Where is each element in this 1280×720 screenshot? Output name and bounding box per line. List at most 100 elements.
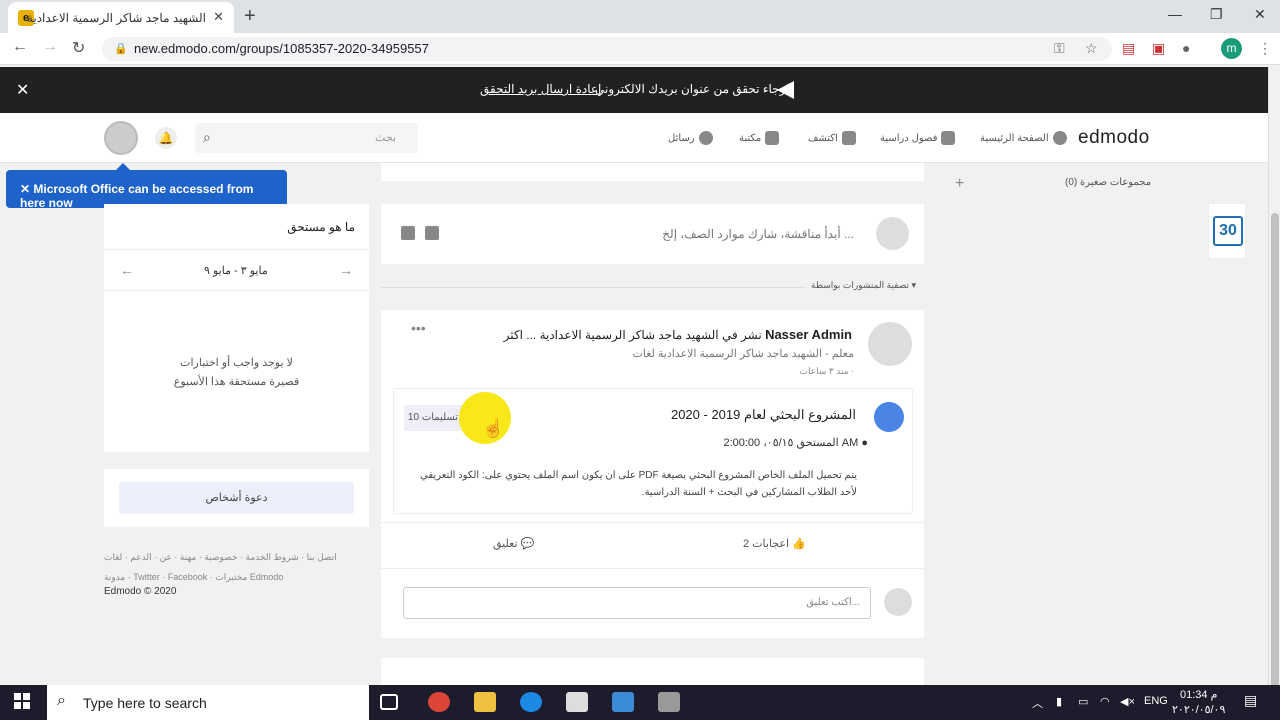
- nav-library[interactable]: مكتبة: [739, 131, 780, 145]
- commenter-avatar: [884, 588, 912, 616]
- compose-post-card[interactable]: أبدأ مناقشة، شارك موارد الصف، إلخ ...: [381, 204, 924, 264]
- footer-line-2[interactable]: مدونة · Twitter · Facebook · مختبرات Edm…: [104, 567, 344, 587]
- prev-week-icon[interactable]: ←: [120, 262, 134, 278]
- close-banner-icon[interactable]: ✕: [16, 80, 29, 100]
- office-tooltip: ✕ Microsoft Office can be accessed from …: [6, 163, 287, 210]
- comment-input[interactable]: اكتب تعليق...: [403, 587, 871, 619]
- divider: [381, 522, 924, 523]
- compose-placeholder: أبدأ مناقشة، شارك موارد الصف، إلخ ...: [662, 227, 854, 241]
- divider: [104, 290, 369, 291]
- nav-classes[interactable]: فصول دراسية: [880, 131, 956, 145]
- pocket-extension-icon[interactable]: ▣: [1152, 40, 1165, 57]
- assignment-icon: [874, 402, 904, 432]
- mail-icon[interactable]: [612, 692, 634, 712]
- due-text: المستحق ٠٥/١٥، 2:00:00 AM: [723, 437, 859, 449]
- store-icon[interactable]: [566, 692, 588, 712]
- volume-icon[interactable]: ◀×: [1120, 695, 1135, 708]
- date-range: مايو ٣ - مايو ٩: [204, 265, 268, 277]
- assignment-title[interactable]: المشروع البحثي لعام 2019 - 2020: [671, 407, 856, 423]
- footer-links[interactable]: اتصل بنا · شروط الخدمة · خصوصية · مهنة ·…: [104, 547, 344, 587]
- divider: [381, 568, 924, 569]
- notification-center-icon[interactable]: ▤: [1244, 692, 1257, 709]
- reload-icon[interactable]: ↻: [72, 38, 85, 58]
- post-card: نشر في الشهيد ماجد شاكر الرسمية الاعدادي…: [381, 310, 924, 638]
- close-tab-icon[interactable]: ✕: [213, 9, 224, 25]
- forward-icon[interactable]: →: [42, 38, 58, 56]
- resend-verification-link[interactable]: إعادة ارسال بريد التحقق: [480, 82, 601, 96]
- clock-icon: ●: [861, 437, 868, 449]
- invite-people-button[interactable]: دعوة أشخاص: [119, 482, 354, 514]
- group-header-card: [381, 163, 924, 181]
- nav-discover-label: اكتشف: [808, 132, 838, 144]
- nav-discover[interactable]: اكتشف: [808, 131, 856, 145]
- next-week-icon[interactable]: →: [339, 262, 353, 278]
- library-attach-icon[interactable]: [401, 226, 415, 240]
- tooltip-close-icon[interactable]: ✕: [20, 182, 33, 196]
- windows-start-icon[interactable]: [14, 693, 30, 709]
- calendar-widget[interactable]: 30: [1208, 203, 1246, 259]
- user-avatar[interactable]: [104, 121, 138, 155]
- language-indicator[interactable]: ENG: [1144, 695, 1168, 707]
- taskbar-search[interactable]: ⌕ Type here to search: [47, 685, 369, 720]
- assignment-description: يتم تحميل الملف الخاص المشروع البحثي بصي…: [420, 470, 857, 498]
- notifications-bell-icon[interactable]: 🔔: [155, 127, 177, 149]
- thumbs-up-icon: 👍: [792, 538, 806, 550]
- search-placeholder: بحث: [375, 132, 396, 144]
- submissions-button[interactable]: 10 تسليمات: [404, 405, 462, 431]
- divider: [104, 249, 369, 250]
- edge-icon[interactable]: [520, 692, 542, 712]
- bookmark-star-icon[interactable]: ☆: [1085, 40, 1098, 57]
- chat-icon: [698, 131, 713, 145]
- pdf-extension-icon[interactable]: ▤: [1122, 40, 1135, 57]
- key-icon[interactable]: ⚿: [1054, 40, 1065, 57]
- battery-icon[interactable]: ▭: [1078, 695, 1088, 708]
- chrome-icon[interactable]: [428, 692, 450, 712]
- nav-home[interactable]: الصفحة الرئيسية: [980, 131, 1067, 145]
- scroll-thumb[interactable]: [1271, 213, 1279, 707]
- post-action[interactable]: نشر في الشهيد ماجد شاكر الرسمية الاعدادي…: [504, 328, 762, 342]
- extension-icon[interactable]: ●: [1182, 40, 1190, 56]
- nav-messages[interactable]: رسائل: [668, 131, 713, 145]
- page-scrollbar[interactable]: [1268, 67, 1280, 707]
- small-groups-label: مجموعات صغيرة (0): [1065, 177, 1152, 188]
- footer-line-1[interactable]: اتصل بنا · شروط الخدمة · خصوصية · مهنة ·…: [104, 547, 344, 567]
- microphone-icon[interactable]: ▮: [1056, 695, 1062, 708]
- tray-chevron-icon[interactable]: ︿: [1032, 695, 1043, 711]
- home-icon: [1052, 131, 1067, 145]
- classes-icon: [941, 131, 956, 145]
- add-small-group-icon[interactable]: +: [955, 175, 964, 193]
- browser-tab[interactable]: e الشهيد ماجد شاكر الرسمية الاعدادية ✕: [8, 2, 234, 33]
- post-options-icon[interactable]: •••: [411, 320, 426, 336]
- tab-title: الشهيد ماجد شاكر الرسمية الاعدادية: [26, 11, 206, 25]
- like-button[interactable]: 2 اعجابات 👍: [743, 537, 806, 550]
- search-input[interactable]: ⌕ بحث: [195, 123, 418, 153]
- close-window-button[interactable]: ✕: [1254, 6, 1266, 23]
- maximize-button[interactable]: ❐: [1210, 6, 1223, 23]
- file-explorer-icon[interactable]: [474, 692, 496, 712]
- author-avatar[interactable]: [868, 322, 912, 366]
- profile-avatar[interactable]: m: [1221, 38, 1242, 59]
- camera-icon[interactable]: [658, 692, 680, 712]
- menu-dots-icon[interactable]: ⋮: [1258, 40, 1272, 57]
- back-icon[interactable]: ←: [12, 38, 28, 56]
- edmodo-logo[interactable]: edmodo: [1078, 127, 1150, 149]
- lock-icon: 🔒: [114, 43, 128, 55]
- address-bar[interactable]: 🔒 new.edmodo.com/groups/1085357-2020-349…: [102, 37, 1112, 61]
- library-icon: [765, 131, 780, 145]
- task-view-icon[interactable]: [380, 694, 398, 710]
- image-attach-icon[interactable]: [425, 226, 439, 240]
- new-tab-button[interactable]: +: [244, 5, 256, 28]
- comment-icon: 💬: [520, 538, 535, 550]
- filter-label: تصفية المنشورات بواسطة ▾: [811, 280, 916, 290]
- clock-time: 01:34 م: [1179, 689, 1218, 701]
- comment-button[interactable]: تعليق 💬: [493, 537, 534, 550]
- assignment-due: المستحق ٠٥/١٥، 2:00:00 AM ●: [723, 436, 868, 449]
- comment-placeholder: اكتب تعليق...: [806, 597, 860, 608]
- nav-messages-label: رسائل: [668, 132, 695, 144]
- minimize-button[interactable]: —: [1168, 6, 1182, 22]
- comment-label: تعليق: [493, 538, 518, 550]
- system-clock[interactable]: 01:34 م ٢٠٢٠/٠٥/٠٩: [1172, 688, 1225, 718]
- wifi-icon[interactable]: ◠: [1100, 695, 1110, 708]
- post-author[interactable]: Nasser Admin: [765, 327, 852, 342]
- post-filter[interactable]: تصفية المنشورات بواسطة ▾: [381, 280, 916, 294]
